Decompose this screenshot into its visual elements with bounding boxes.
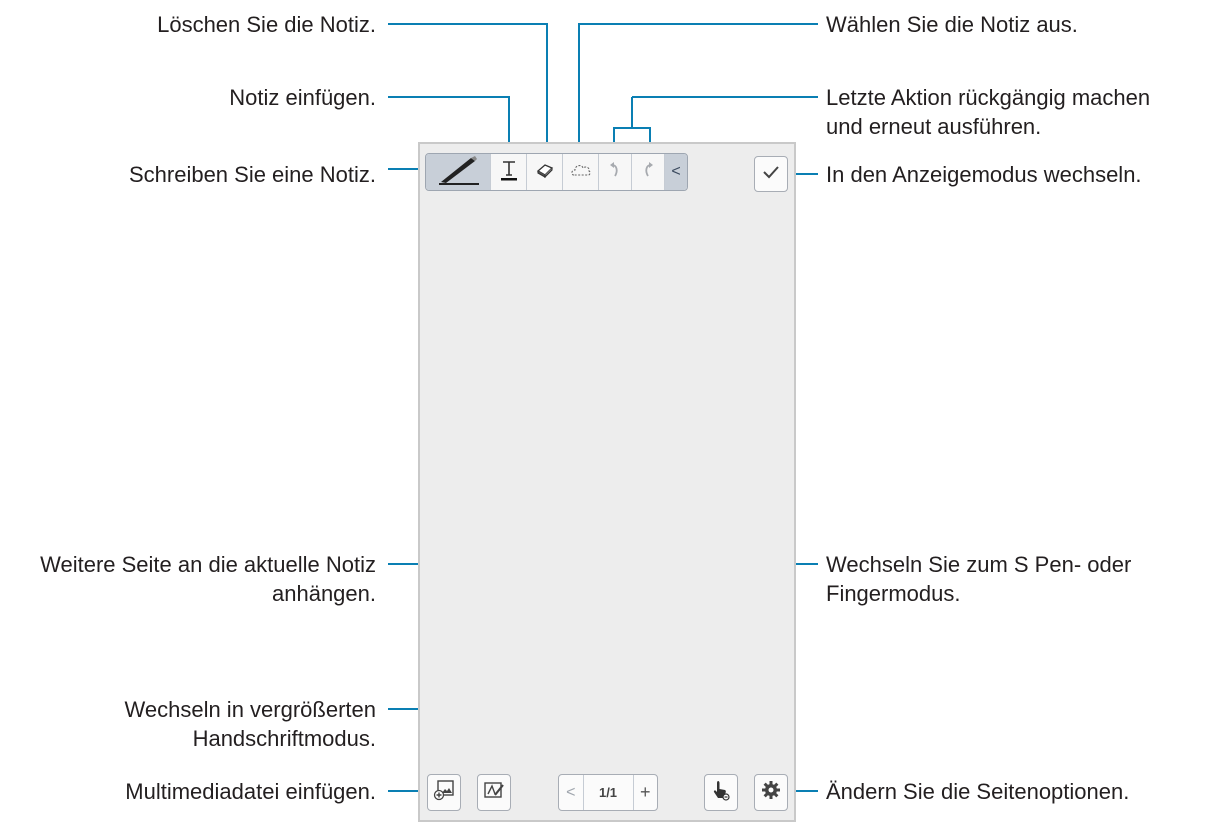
callout-view-mode: In den Anzeigemodus wechseln.	[826, 162, 1142, 187]
toolbar-collapse-button[interactable]: <	[665, 154, 687, 190]
zoom-pad-icon	[483, 780, 505, 805]
page-navigator: < 1/1 +	[558, 774, 658, 811]
text-icon	[500, 159, 518, 186]
callout-add-page-1: Weitere Seite an die aktuelle Notiz	[40, 552, 376, 577]
callout-pen-finger-2: Fingermodus.	[826, 581, 961, 606]
callout-undo-redo-2: und erneut ausführen.	[826, 114, 1042, 139]
callout-page-options: Ändern Sie die Seitenoptionen.	[826, 779, 1130, 804]
callout-insert-media: Multimediadatei einfügen.	[125, 779, 376, 804]
previous-page-button[interactable]: <	[559, 775, 584, 810]
zoom-handwriting-button[interactable]	[477, 774, 511, 811]
gear-icon	[761, 780, 781, 805]
insert-media-button[interactable]	[427, 774, 461, 811]
callout-zoom-handwriting-2: Handschriftmodus.	[192, 726, 376, 751]
eraser-button[interactable]	[527, 154, 563, 190]
callout-insert-note: Notiz einfügen.	[229, 85, 376, 110]
add-page-button[interactable]: +	[634, 775, 658, 810]
note-canvas[interactable]	[418, 142, 796, 822]
page-indicator: 1/1	[584, 775, 634, 810]
finger-touch-icon	[711, 779, 731, 806]
lasso-selection-icon	[570, 162, 592, 183]
callout-write-note: Schreiben Sie eine Notiz.	[128, 162, 376, 187]
callout-pen-finger-1: Wechseln Sie zum S Pen- oder	[826, 552, 1132, 577]
callout-select-note: Wählen Sie die Notiz aus.	[826, 12, 1078, 37]
checkmark-icon	[762, 165, 780, 184]
pen-finger-mode-button[interactable]	[704, 774, 738, 811]
page-options-button[interactable]	[754, 774, 788, 811]
view-mode-button[interactable]	[754, 156, 788, 192]
drawing-toolbar: <	[425, 153, 688, 191]
callout-delete-note: Löschen Sie die Notiz.	[157, 12, 376, 37]
callout-undo-redo-1: Letzte Aktion rückgängig machen	[826, 85, 1151, 110]
pen-button[interactable]	[426, 154, 491, 190]
selection-button[interactable]	[563, 154, 599, 190]
text-button[interactable]	[491, 154, 527, 190]
redo-icon	[642, 161, 654, 184]
pen-icon	[435, 155, 481, 190]
undo-button[interactable]	[599, 154, 632, 190]
undo-icon	[609, 161, 621, 184]
eraser-icon	[536, 162, 554, 183]
insert-image-icon	[433, 779, 455, 806]
callout-zoom-handwriting-1: Wechseln in vergrößerten	[124, 697, 377, 722]
callout-add-page-2: anhängen.	[272, 581, 376, 606]
redo-button[interactable]	[632, 154, 665, 190]
chevron-left-icon: <	[671, 163, 681, 180]
